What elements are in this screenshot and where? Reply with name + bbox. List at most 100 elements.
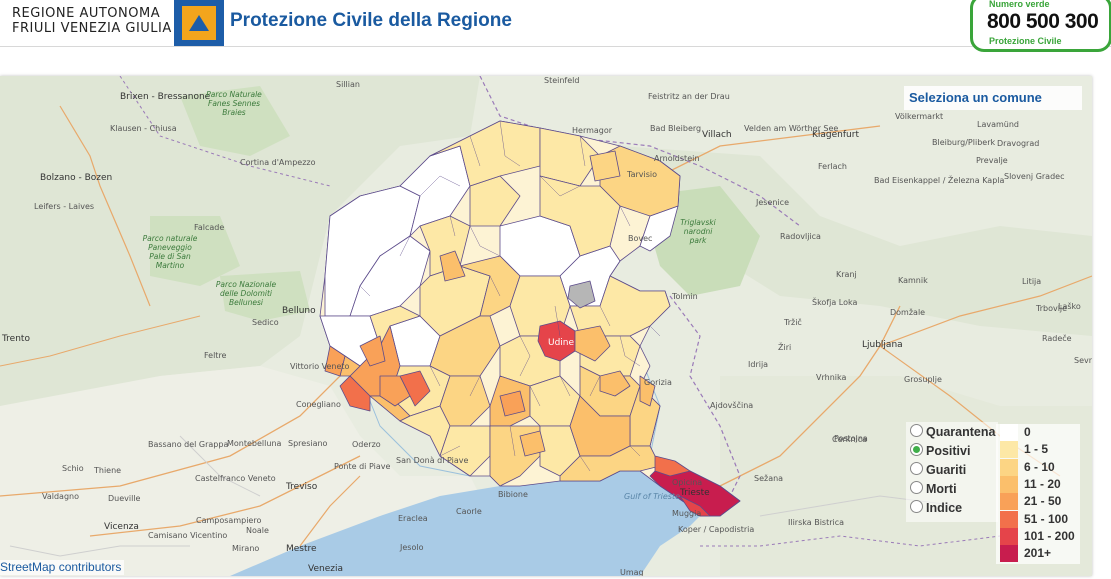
place-label: Bibione xyxy=(498,490,528,499)
place-label: Tržič xyxy=(784,318,802,327)
place-label: Bassano del Grappa xyxy=(148,440,229,449)
place-label: Bad Eisenkappel / Železna Kapla xyxy=(874,176,1005,185)
legend-label: 1 - 5 xyxy=(1024,442,1049,457)
legend-row: 11 - 20 xyxy=(1000,475,1080,493)
color-legend: 0 1 - 5 6 - 10 11 - 20 21 - 50 51 - 100 101 - … xyxy=(996,424,1080,564)
legend-label: 6 - 10 xyxy=(1024,459,1055,474)
place-label: Radeče xyxy=(1042,334,1072,343)
legend-swatch xyxy=(1000,510,1018,528)
site-title[interactable]: Protezione Civile della Regione xyxy=(230,10,512,32)
legend-label: 51 - 100 xyxy=(1024,511,1069,526)
park-label: Parco Naturale Fanes Sennes Braies xyxy=(206,90,262,117)
legend-row: 201+ xyxy=(1000,545,1080,563)
place-label: Gorizia xyxy=(644,378,672,387)
place-label: Slovenj Gradec xyxy=(1004,172,1065,181)
place-label: Koper / Capodistria xyxy=(678,525,755,534)
place-label: San Donà di Piave xyxy=(396,456,469,465)
radio-dot[interactable] xyxy=(910,462,923,475)
legend-row: 0 xyxy=(1000,424,1080,441)
place-label: Brixen - Bressanone xyxy=(120,92,211,102)
place-label: Eraclea xyxy=(398,514,428,523)
radio-guariti[interactable]: Guariti xyxy=(910,462,966,477)
place-label: Völkermarkt xyxy=(895,112,944,121)
place-label: Prevalje xyxy=(976,156,1008,165)
radio-dot[interactable] xyxy=(910,481,923,494)
park-label: Triglavski narodni park xyxy=(680,218,716,245)
place-label: Vrhnika xyxy=(816,373,847,382)
legend-row: 101 - 200 xyxy=(1000,527,1080,545)
place-label: Opicina xyxy=(672,478,703,487)
place-label: Thiene xyxy=(94,466,122,475)
place-label: Schio xyxy=(62,464,84,473)
place-label: Vicenza xyxy=(104,522,139,532)
map-attribution[interactable]: StreetMap contributors xyxy=(0,560,125,575)
place-label: Sežana xyxy=(754,474,784,483)
place-label: Ferlach xyxy=(818,162,847,171)
place-label: Ajdovščina xyxy=(710,401,754,410)
legend-swatch xyxy=(1000,458,1018,476)
place-label: Cortina d'Ampezzo xyxy=(240,158,316,167)
radio-dot-selected[interactable] xyxy=(910,443,923,456)
legend-row: 6 - 10 xyxy=(1000,458,1080,476)
logo-line-1: REGIONE AUTONOMA xyxy=(12,6,161,21)
legend-swatch xyxy=(1000,441,1018,459)
place-label: Tolmin xyxy=(672,292,698,301)
place-label: Villach xyxy=(702,130,732,140)
radio-quarantena[interactable]: Quarantena xyxy=(910,424,995,439)
place-label: Bolzano - Bozen xyxy=(40,173,113,183)
radio-dot[interactable] xyxy=(910,500,923,513)
place-label: Camisano Vicentino xyxy=(148,531,228,540)
place-label: Idrija xyxy=(748,360,769,369)
place-label: Tarvisio xyxy=(627,170,657,179)
place-label: Sevnica xyxy=(1074,356,1092,365)
radio-dot[interactable] xyxy=(910,424,923,437)
place-label: Feistritz an der Drau xyxy=(648,92,730,101)
place-label: Ljubljana xyxy=(862,340,903,350)
legend-swatch xyxy=(1000,424,1018,441)
legend-row: 51 - 100 xyxy=(1000,510,1080,528)
place-label: Leifers - Laives xyxy=(34,202,95,211)
place-label: Arnoldstein xyxy=(654,154,700,163)
protezione-civile-emblem-icon[interactable] xyxy=(174,0,224,46)
place-label: Noale xyxy=(246,526,269,535)
hotline-number: 800 500 300 xyxy=(987,10,1099,33)
place-label: Montebelluna xyxy=(227,439,282,448)
legend-label: 101 - 200 xyxy=(1024,528,1075,543)
radio-morti[interactable]: Morti xyxy=(910,481,957,496)
legend-swatch xyxy=(1000,527,1018,545)
place-label: Bad Bleiberg xyxy=(650,124,702,133)
municipality-selector[interactable]: Seleziona un comune xyxy=(904,86,1082,110)
legend-swatch xyxy=(1000,493,1018,511)
hotline-badge[interactable]: Numero verde 800 500 300 Protezione Civi… xyxy=(970,0,1111,52)
covid-map[interactable]: Seleziona un comune Brixen - Bressanone … xyxy=(0,76,1092,576)
place-label: Castelfranco Veneto xyxy=(195,474,276,483)
radio-positivi[interactable]: Positivi xyxy=(910,443,970,458)
region-logo[interactable]: REGIONE AUTONOMA FRIULI VENEZIA GIULIA xyxy=(12,6,172,36)
place-label: Radovljica xyxy=(780,232,821,241)
place-label: Umag xyxy=(620,568,644,576)
hotline-sub: Protezione Civile xyxy=(989,36,1062,46)
place-label: Conegliano xyxy=(296,400,341,409)
place-label: Falcade xyxy=(194,223,225,232)
place-label: Lavamünd xyxy=(977,120,1020,129)
place-label: Klausen - Chiusa xyxy=(110,124,177,133)
place-label: Mestre xyxy=(286,544,317,554)
place-label: Muggia xyxy=(672,509,702,518)
place-label: Domžale xyxy=(890,308,926,317)
place-label: Ilirska Bistrica xyxy=(788,518,845,527)
legend-row: 21 - 50 xyxy=(1000,493,1080,511)
place-label: Škofja Loka xyxy=(812,298,858,307)
place-label: Feltre xyxy=(204,351,227,360)
place-label: Kranj xyxy=(836,270,857,279)
place-label: Venezia xyxy=(308,564,343,574)
radio-indice[interactable]: Indice xyxy=(910,500,962,515)
place-label: Jesolo xyxy=(400,543,424,552)
place-label: Kamnik xyxy=(898,276,928,285)
place-label: Bleiburg/Pliberk xyxy=(932,138,996,147)
place-label: Hermagor xyxy=(572,126,613,135)
logo-line-2: FRIULI VENEZIA GIULIA xyxy=(12,21,172,36)
legend-label: 11 - 20 xyxy=(1024,476,1061,491)
place-label: Sillian xyxy=(336,80,360,89)
place-label: Steinfeld xyxy=(544,76,580,85)
place-label: Mirano xyxy=(232,544,260,553)
